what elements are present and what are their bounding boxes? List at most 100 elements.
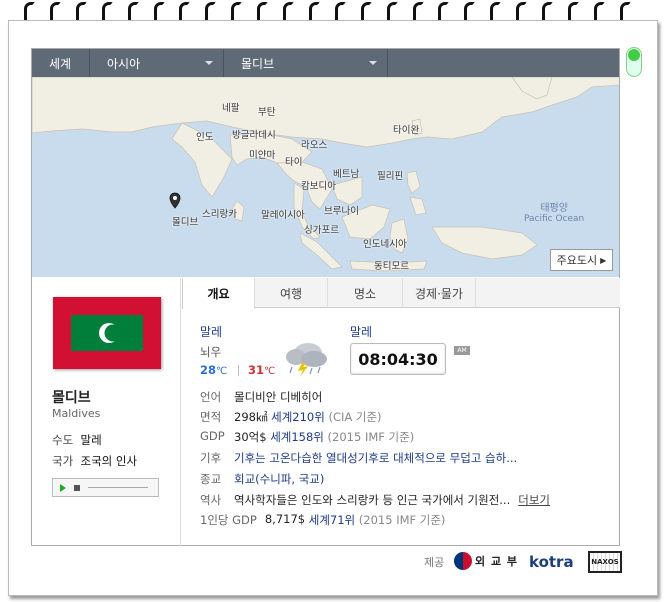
map-label-cambodia[interactable]: 캄보디아 bbox=[301, 178, 336, 192]
fact-source: (CIA 기준) bbox=[328, 410, 382, 424]
breadcrumb-world[interactable]: 세계 bbox=[32, 49, 90, 77]
mofa-logo[interactable]: 외 교 부 bbox=[454, 552, 518, 570]
breadcrumb-country-label: 몰디브 bbox=[241, 56, 275, 71]
breadcrumb-continent-dropdown[interactable]: 아시아 bbox=[90, 49, 224, 77]
map-label-laos[interactable]: 라오스 bbox=[301, 137, 327, 151]
kotra-logo[interactable]: kotra bbox=[529, 553, 574, 571]
breadcrumb-country-dropdown[interactable]: 몰디브 bbox=[224, 49, 388, 77]
major-cities-button[interactable]: 주요도시 ▶ bbox=[550, 249, 613, 271]
map-label-singapore[interactable]: 싱가포르 bbox=[304, 222, 339, 236]
thunderstorm-cloud-icon bbox=[286, 343, 327, 377]
map-label-sri-lanka[interactable]: 스리랑카 bbox=[202, 206, 237, 220]
clock-city: 말레 bbox=[350, 325, 373, 339]
temp-low: 28℃ bbox=[200, 363, 227, 377]
map-label-vietnam[interactable]: 베트남 bbox=[333, 166, 359, 180]
map-label-east-timor[interactable]: 동티모르 bbox=[374, 258, 409, 272]
temp-high: 31℃ bbox=[248, 363, 275, 377]
tab-economy[interactable]: 경제·물가 bbox=[403, 278, 476, 308]
fact-value: 역사학자들은 인도와 스리랑카 등 인근 국가에서 기원전... bbox=[234, 493, 511, 507]
map-label-bhutan[interactable]: 부탄 bbox=[258, 104, 275, 118]
mofa-logo-text: 외 교 부 bbox=[475, 555, 519, 568]
flag-green-panel bbox=[71, 315, 143, 351]
map-label-taiwan[interactable]: 타이완 bbox=[393, 122, 419, 136]
crescent-icon bbox=[99, 323, 122, 343]
play-icon[interactable] bbox=[60, 483, 66, 492]
fact-gdp-per-capita: 1인당 GDP 8,717$ 세계71위 (2015 IMF 기준) bbox=[200, 512, 445, 528]
fact-gdp: GDP 30억$ 세계158위 (2015 IMF 기준) bbox=[200, 429, 414, 445]
breadcrumb: 세계 아시아 몰디브 bbox=[32, 49, 619, 77]
anthem-row: 국가 조국의 인사 bbox=[52, 453, 137, 469]
map-label-myanmar[interactable]: 미얀마 bbox=[249, 147, 275, 161]
tab-travel[interactable]: 여행 bbox=[255, 278, 328, 308]
fact-label: 종교 bbox=[200, 472, 222, 486]
fact-area: 면적 298㎢ 세계210위 (CIA 기준) bbox=[200, 409, 382, 425]
fact-value[interactable]: 회교(수니파, 국교) bbox=[234, 471, 324, 487]
info-tabs: 개요 여행 명소 경제·물가 bbox=[182, 278, 620, 309]
map-label-thailand[interactable]: 타이 bbox=[285, 154, 302, 168]
fact-rank: 세계158위 bbox=[270, 430, 324, 444]
fact-label: 면적 bbox=[200, 410, 222, 424]
fact-label: 기후 bbox=[200, 451, 222, 465]
fact-source: (2015 IMF 기준) bbox=[358, 513, 446, 527]
fact-value: 30억$ bbox=[234, 430, 267, 444]
breadcrumb-world-label: 세계 bbox=[49, 56, 72, 71]
map-label-malaysia[interactable]: 말레이시아 bbox=[261, 207, 305, 221]
fact-religion: 종교 회교(수니파, 국교) bbox=[200, 471, 324, 487]
map-label-india[interactable]: 인도 bbox=[196, 129, 213, 143]
provider-label: 제공 bbox=[424, 556, 445, 569]
map-label-maldives[interactable]: 몰디브 bbox=[172, 214, 198, 228]
ampm-badge: AM bbox=[454, 346, 470, 355]
major-cities-label: 주요도시 bbox=[556, 254, 598, 267]
fact-rank: 세계210위 bbox=[271, 410, 325, 424]
temp-high-unit: ℃ bbox=[264, 366, 276, 377]
fact-climate: 기후 기후는 고온다습한 열대성기후로 대체적으로 무덥고 습하... bbox=[200, 450, 517, 466]
chevron-right-icon: ▶ bbox=[600, 255, 607, 265]
naxos-logo[interactable]: NAXOS bbox=[588, 551, 622, 573]
ocean-name-ko: 태평양 bbox=[540, 203, 568, 214]
local-clock: 08:04:30 bbox=[350, 343, 446, 375]
weather-city: 말레 bbox=[200, 325, 223, 339]
chevron-down-icon bbox=[369, 61, 377, 65]
country-info-panel: 세계 아시아 몰디브 네팔 부탄 인도 방글라데시 미얀마 라오스 타이 베트남… bbox=[31, 48, 620, 546]
more-link[interactable]: 더보기 bbox=[518, 492, 550, 508]
region-map[interactable]: 네팔 부탄 인도 방글라데시 미얀마 라오스 타이 베트남 캄보디아 필리핀 타… bbox=[32, 77, 619, 277]
fact-value: 298㎢ bbox=[234, 410, 268, 424]
temp-low-value: 28 bbox=[200, 363, 217, 377]
map-toggle-switch[interactable] bbox=[626, 47, 642, 77]
stop-icon[interactable] bbox=[74, 484, 80, 491]
fact-history: 역사 역사학자들은 인도와 스리랑카 등 인근 국가에서 기원전... 더보기 bbox=[200, 492, 550, 508]
fact-label: 역사 bbox=[200, 493, 222, 507]
weather-condition: 뇌우 bbox=[200, 345, 222, 359]
maldives-flag bbox=[53, 297, 161, 369]
breadcrumb-continent-label: 아시아 bbox=[107, 56, 141, 71]
tab-overview[interactable]: 개요 bbox=[182, 278, 255, 309]
country-name-english: Maldives bbox=[52, 407, 101, 420]
chevron-down-icon bbox=[205, 61, 213, 65]
fact-language: 언어 몰디비안 디베히어 bbox=[200, 389, 322, 405]
map-label-indonesia[interactable]: 인도네시아 bbox=[363, 236, 407, 250]
fact-value[interactable]: 기후는 고온다습한 열대성기후로 대체적으로 무덥고 습하... bbox=[234, 450, 517, 466]
map-label-nepal[interactable]: 네팔 bbox=[222, 100, 239, 114]
anthem-label: 국가 bbox=[52, 454, 74, 468]
capital-value[interactable]: 말레 bbox=[80, 433, 101, 447]
tab-attractions[interactable]: 명소 bbox=[328, 278, 403, 308]
map-label-brunei[interactable]: 브루나이 bbox=[324, 203, 359, 217]
fact-source: (2015 IMF 기준) bbox=[327, 430, 415, 444]
map-ocean-label: 태평양 Pacific Ocean bbox=[524, 199, 584, 224]
fact-value: 몰디비안 디베히어 bbox=[234, 390, 323, 404]
fact-value: 8,717$ bbox=[264, 512, 306, 526]
taegeuk-icon bbox=[454, 552, 472, 570]
ocean-name-en: Pacific Ocean bbox=[524, 214, 585, 224]
fact-label: 1인당 GDP bbox=[200, 513, 257, 527]
map-label-bangladesh[interactable]: 방글라데시 bbox=[232, 127, 276, 141]
anthem-player bbox=[52, 478, 159, 497]
temp-high-value: 31 bbox=[248, 363, 265, 377]
fact-rank: 세계71위 bbox=[308, 513, 356, 527]
location-pin-icon[interactable] bbox=[169, 192, 181, 210]
map-label-philippines[interactable]: 필리핀 bbox=[377, 168, 403, 182]
anthem-value: 조국의 인사 bbox=[80, 454, 138, 468]
country-summary: 몰디브 Maldives 수도 말레 국가 조국의 인사 bbox=[32, 278, 181, 546]
capital-label: 수도 bbox=[52, 433, 74, 447]
country-name: 몰디브 bbox=[52, 390, 91, 406]
audio-progress-track[interactable] bbox=[88, 487, 148, 488]
